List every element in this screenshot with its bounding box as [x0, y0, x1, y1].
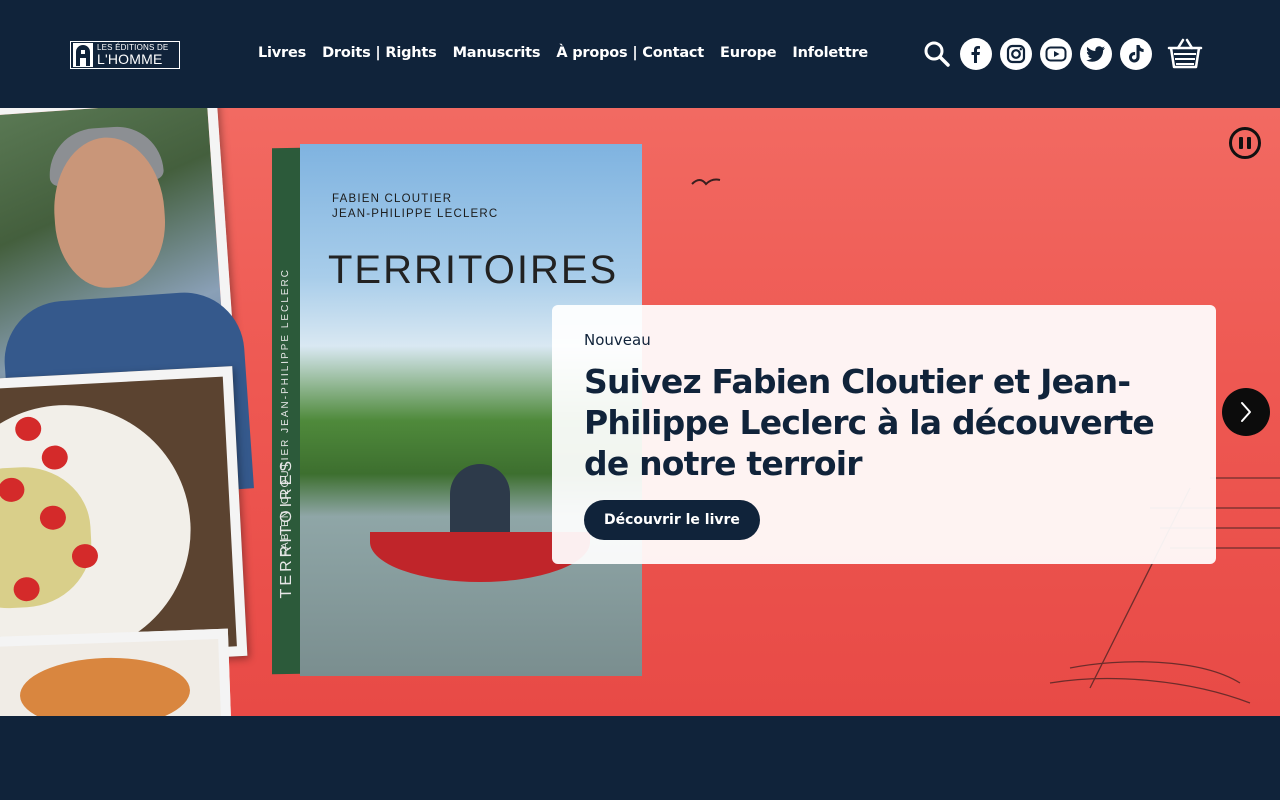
twitter-icon [1086, 46, 1105, 62]
book-spine: FABIEN CLOUTIER JEAN-PHILIPPE LECLERC TE… [272, 147, 302, 675]
facebook-link[interactable] [960, 38, 992, 70]
cover-authors: FABIEN CLOUTIER JEAN-PHILIPPE LECLERC [332, 193, 499, 220]
spine-title: TERRITOIRES [278, 457, 295, 599]
search-button[interactable] [922, 37, 952, 71]
main-nav: Livres Droits | Rights Manuscrits À prop… [258, 45, 884, 61]
pause-icon [1239, 137, 1243, 149]
content-band [0, 716, 1280, 800]
search-icon [924, 41, 950, 67]
carousel-next-button[interactable] [1222, 388, 1270, 436]
youtube-icon [1045, 46, 1067, 62]
cover-title: TERRITOIRES [328, 248, 619, 292]
nav-item-apropos[interactable]: À propos | Contact [556, 45, 704, 61]
chevron-right-icon [1241, 402, 1251, 422]
cart-icon [1167, 38, 1203, 69]
header-icons [922, 37, 1204, 71]
nav-item-droits[interactable]: Droits | Rights [322, 45, 437, 61]
twitter-link[interactable] [1080, 38, 1112, 70]
tiktok-link[interactable] [1120, 38, 1152, 70]
logo-mark-icon [73, 43, 93, 67]
youtube-link[interactable] [1040, 38, 1072, 70]
carousel-pause-button[interactable] [1229, 127, 1261, 159]
tiktok-icon [1128, 45, 1144, 63]
nav-item-europe[interactable]: Europe [720, 45, 777, 61]
hero-title: Suivez Fabien Cloutier et Jean-Philippe … [584, 362, 1155, 483]
hero-card: Nouveau Suivez Fabien Cloutier et Jean-P… [552, 305, 1216, 564]
second-dish-photo [0, 628, 233, 716]
logo-text-bottom: L'HOMME [97, 51, 163, 67]
hero-tag: Nouveau [584, 331, 651, 349]
facebook-icon [971, 46, 980, 63]
nav-item-infolettre[interactable]: Infolettre [792, 45, 868, 61]
nav-item-livres[interactable]: Livres [258, 45, 306, 61]
bird-sketch [691, 178, 721, 186]
instagram-icon [1006, 44, 1026, 64]
instagram-link[interactable] [1000, 38, 1032, 70]
dish-photo [0, 366, 248, 670]
site-header: LES ÉDITIONS DE L'HOMME Livres Droits | … [0, 0, 1280, 108]
nav-item-manuscrits[interactable]: Manuscrits [453, 45, 541, 61]
cart-button[interactable] [1166, 37, 1204, 71]
discover-book-button[interactable]: Découvrir le livre [584, 500, 760, 540]
site-logo[interactable]: LES ÉDITIONS DE L'HOMME [70, 41, 180, 69]
